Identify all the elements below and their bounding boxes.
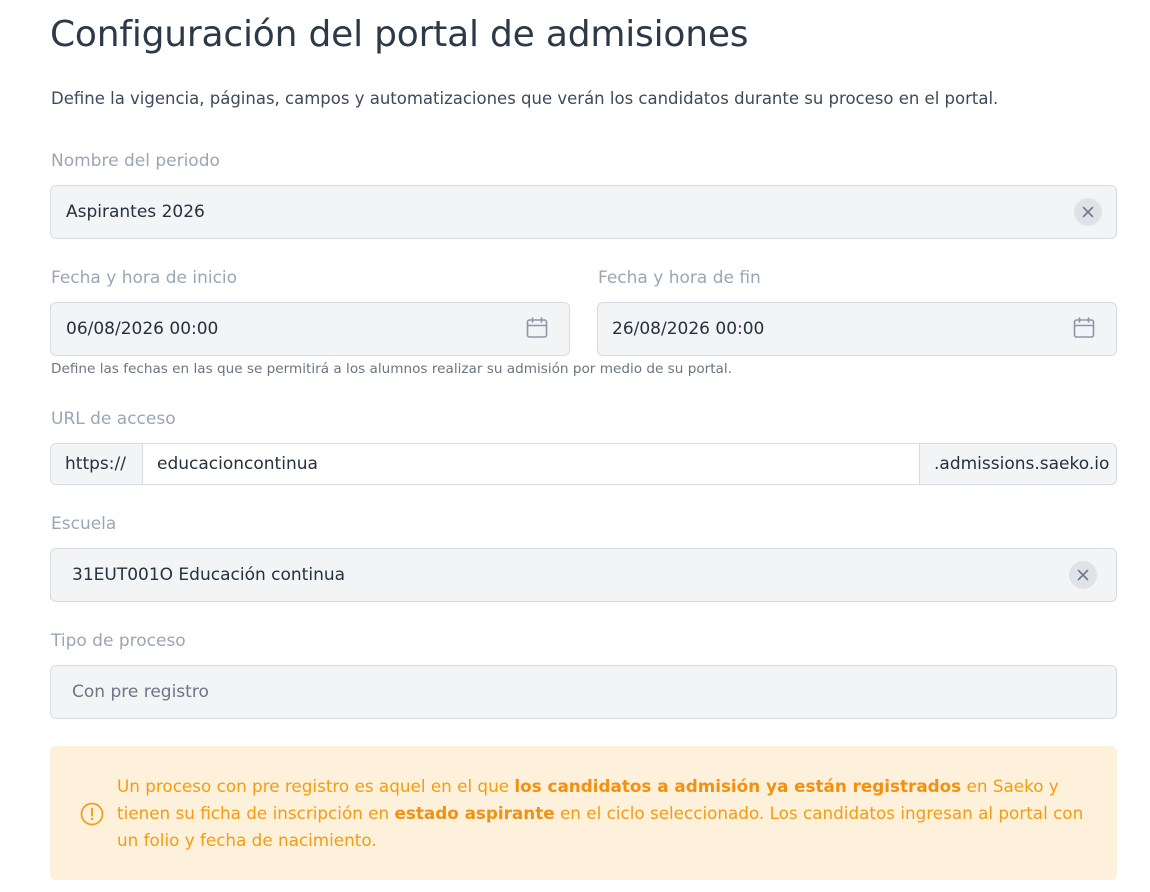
period-name-field[interactable]: Aspirantes 2026 (50, 185, 1117, 239)
process-type-select[interactable]: Con pre registro (50, 665, 1117, 719)
close-icon (1082, 206, 1094, 218)
calendar-icon[interactable] (525, 316, 549, 340)
end-date-label: Fecha y hora de fin (598, 268, 761, 288)
period-name-value: Aspirantes 2026 (66, 202, 205, 222)
page-title: Configuración del portal de admisiones (50, 14, 749, 55)
process-type-value: Con pre registro (72, 682, 209, 702)
page-description: Define la vigencia, páginas, campos y au… (51, 89, 999, 108)
school-label: Escuela (51, 514, 117, 534)
alert-message: Un proceso con pre registro es aquel en … (117, 776, 1084, 850)
url-label: URL de acceso (51, 409, 176, 429)
start-date-field[interactable]: 06/08/2026 00:00 (50, 302, 570, 356)
start-date-value: 06/08/2026 00:00 (66, 319, 219, 339)
period-name-label: Nombre del periodo (51, 151, 220, 171)
start-date-label: Fecha y hora de inicio (51, 268, 238, 288)
school-select[interactable]: 31EUT001O Educación continua (50, 548, 1117, 602)
clear-school-button[interactable] (1069, 561, 1097, 589)
url-suffix: .admissions.saeko.io (919, 444, 1116, 484)
pre-registration-info-alert: Un proceso con pre registro es aquel en … (50, 746, 1117, 880)
process-type-label: Tipo de proceso (51, 631, 186, 651)
end-date-value: 26/08/2026 00:00 (612, 319, 765, 339)
clear-period-name-button[interactable] (1074, 198, 1102, 226)
close-icon (1077, 569, 1089, 581)
url-prefix: https:// (51, 444, 143, 484)
url-input-group: https:// educacioncontinua .admissions.s… (50, 443, 1117, 485)
calendar-icon[interactable] (1072, 316, 1096, 340)
end-date-field[interactable]: 26/08/2026 00:00 (597, 302, 1117, 356)
url-subdomain-input[interactable]: educacioncontinua (143, 444, 919, 484)
school-value: 31EUT001O Educación continua (72, 565, 346, 585)
exclamation-circle-icon (80, 802, 104, 830)
dates-hint: Define las fechas en las que se permitir… (51, 361, 732, 377)
